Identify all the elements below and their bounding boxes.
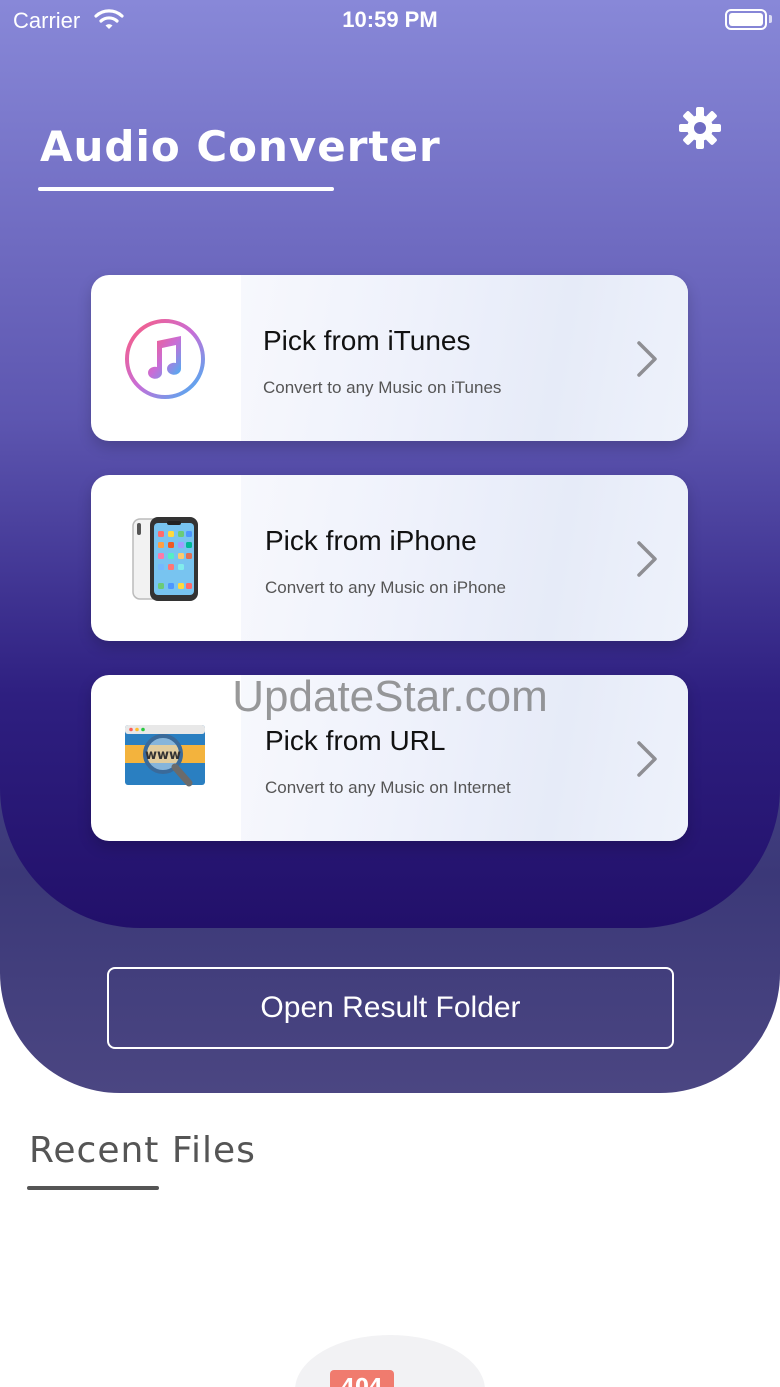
status-time: 10:59 PM: [342, 7, 438, 32]
recent-files-title: Recent Files: [29, 1130, 256, 1171]
pick-iphone-card[interactable]: Pick from iPhone Convert to any Music on…: [91, 475, 688, 641]
chevron-right-icon: [637, 541, 657, 577]
open-result-folder-button[interactable]: Open Result Folder: [107, 967, 674, 1049]
empty-state-badge: 404: [341, 1374, 383, 1387]
card-background: [241, 275, 688, 441]
card-subtitle: Convert to any Music on Internet: [265, 778, 511, 797]
recent-files-underline: [27, 1186, 159, 1190]
card-subtitle: Convert to any Music on iTunes: [263, 378, 502, 397]
card-title: Pick from iPhone: [265, 525, 477, 556]
card-subtitle: Convert to any Music on iPhone: [265, 578, 506, 597]
app-title: Audio Converter: [40, 122, 441, 171]
svg-text:www: www: [145, 748, 181, 763]
pick-itunes-card[interactable]: Pick from iTunes Convert to any Music on…: [91, 275, 688, 441]
iphone-icon: [132, 517, 198, 601]
card-background: [241, 475, 688, 641]
card-title: Pick from URL: [265, 725, 446, 756]
card-background: [241, 675, 688, 841]
www-search-icon: www: [125, 725, 205, 787]
chevron-right-icon: [637, 741, 657, 777]
battery-cap: [769, 15, 772, 23]
status-bar: Carrier 10:59 PM: [0, 0, 780, 40]
pick-url-card[interactable]: www Pick from URL Convert to any Music o…: [91, 675, 688, 841]
chevron-right-icon: [637, 341, 657, 377]
itunes-icon: [125, 319, 205, 399]
card-title: Pick from iTunes: [263, 325, 471, 356]
battery-icon: [725, 9, 767, 30]
gear-icon[interactable]: [676, 104, 724, 152]
empty-state-404-illustration: 404: [295, 1335, 485, 1387]
title-underline: [38, 187, 334, 191]
